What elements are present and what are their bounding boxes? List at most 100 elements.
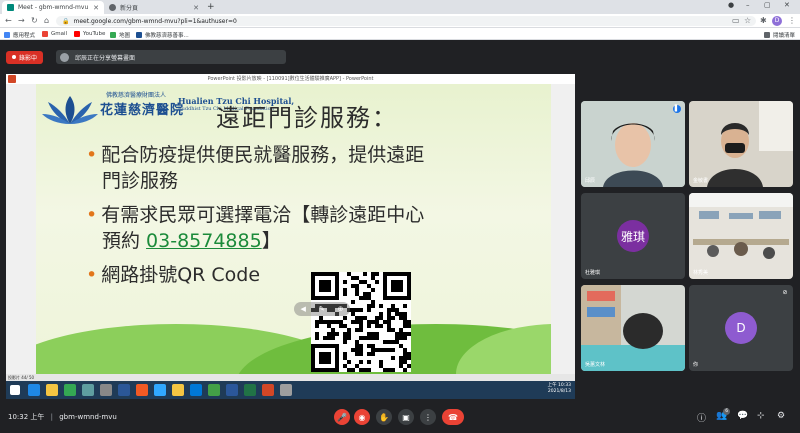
app-icon[interactable] <box>100 384 112 396</box>
windows-taskbar: 上午 10:33 2021/8/13 <box>6 381 575 399</box>
taskbar-clock: 上午 10:33 2021/8/13 <box>548 383 571 395</box>
app-icon[interactable] <box>118 384 130 396</box>
window-close-button[interactable]: ✕ <box>784 1 790 9</box>
powerpoint-icon <box>8 75 16 83</box>
lotus-logo-icon <box>42 96 98 124</box>
bookmark-label: Gmail <box>51 31 68 37</box>
zoom-icon[interactable]: ⊕ <box>338 305 344 313</box>
meeting-code: gbm-wmnd-mvu <box>59 413 117 421</box>
maximize-button[interactable]: ▢ <box>764 1 771 9</box>
bookmark-tzuchi[interactable]: 佛教慈濟慈善事... <box>136 31 189 39</box>
participant-video <box>581 101 685 187</box>
chat-icon[interactable]: 💬 <box>737 411 748 421</box>
presenter-avatar <box>60 52 69 62</box>
bookmark-label: 佛教慈濟慈善事... <box>145 33 189 39</box>
lock-icon: 🔒 <box>62 17 70 25</box>
gmail-icon <box>42 31 48 37</box>
participant-tile-self[interactable]: D ⊘ 你 <box>689 285 793 371</box>
record-indicator-icon: ● <box>728 1 735 9</box>
meeting-time: 10:32 上午 <box>8 413 45 421</box>
back-button[interactable]: ← <box>5 16 12 25</box>
recording-badge[interactable]: 錄影中 <box>6 50 44 64</box>
participant-tile[interactable]: 吳蕙文林 <box>581 285 685 371</box>
bookmark-maps[interactable]: 地圖 <box>110 31 130 39</box>
bookmark-star-icon[interactable]: ☆ <box>744 16 751 25</box>
ie-icon[interactable] <box>28 384 40 396</box>
presenter-label: 邱辰正在分享螢幕畫面 <box>75 54 136 62</box>
acrobat-icon[interactable] <box>136 384 148 396</box>
new-tab-button[interactable]: + <box>207 2 215 12</box>
meeting-details-icon[interactable]: ⓘ <box>697 411 706 424</box>
app-icon[interactable] <box>82 384 94 396</box>
pen-icon[interactable]: ✎ <box>319 305 325 313</box>
app-icon[interactable] <box>208 384 220 396</box>
participant-name: 你 <box>693 362 699 368</box>
bullet-text: 門診服務 <box>102 170 179 192</box>
participant-name: 林秀美 <box>693 270 709 276</box>
prev-slide-icon[interactable]: ◀ <box>300 305 305 313</box>
participant-tile[interactable]: 金敏書 <box>689 101 793 187</box>
participant-name: 吳蕙文林 <box>585 362 606 368</box>
bullet-text: 網路掛號QR Code <box>101 264 261 286</box>
camera-toggle-button[interactable]: ◉ <box>354 409 370 425</box>
meet-icon <box>7 4 14 11</box>
profile-avatar[interactable]: D <box>772 16 782 26</box>
slide-bullet-1: • 配合防疫提供便民就醫服務，提供遠距 門診服務 <box>86 142 424 194</box>
bookmark-reading-list[interactable]: 閱讀清單 <box>764 31 795 39</box>
edge-icon[interactable] <box>190 384 202 396</box>
maps-icon <box>110 32 116 38</box>
host-controls-icon[interactable]: ⚙ <box>777 411 785 421</box>
bullet-text: 】 <box>261 230 281 252</box>
phone-number: 03-8574885 <box>146 230 262 252</box>
qr-code <box>311 272 411 372</box>
bookmark-apps[interactable]: 應用程式 <box>4 31 35 39</box>
home-button[interactable]: ⌂ <box>44 16 49 25</box>
present-button[interactable]: ▣ <box>398 409 414 425</box>
cast-icon[interactable]: ▭ <box>732 16 740 25</box>
minimize-button[interactable]: – <box>746 1 750 9</box>
slide-title: 遠距門診服務： <box>216 104 398 132</box>
participant-name: 邱辰 <box>585 178 596 184</box>
leave-call-button[interactable]: ☎ <box>442 409 464 425</box>
bookmark-youtube[interactable]: YouTube <box>74 31 105 37</box>
youtube-icon <box>74 31 80 37</box>
activities-icon[interactable]: ⊹ <box>757 411 765 421</box>
bookmark-label: 地圖 <box>119 33 131 39</box>
extensions-icon[interactable]: ✱ <box>760 16 767 25</box>
separator: | <box>50 413 53 421</box>
presentation-slide: 佛教慈濟醫療財團法人 花蓮慈濟醫院 Hualien Tzu Chi Hospit… <box>36 84 551 374</box>
more-options-button[interactable]: ⋮ <box>420 409 436 425</box>
close-icon[interactable]: ✕ <box>93 4 99 12</box>
excel-icon[interactable] <box>244 384 256 396</box>
slide-bullet-2: • 有需求民眾可選擇電洽【轉診遠距中心 預約 03-8574885】 <box>86 202 424 254</box>
menu-icon[interactable]: ⋮ <box>788 16 796 25</box>
mic-off-icon: ⊘ <box>782 289 788 296</box>
mic-toggle-button[interactable]: 🎤 <box>334 409 350 425</box>
word-icon[interactable] <box>226 384 238 396</box>
close-icon[interactable]: ✕ <box>193 4 199 12</box>
participant-tile[interactable]: 雅琪 杜雅琪 <box>581 193 685 279</box>
people-icon[interactable]: 👥 6 <box>716 408 731 421</box>
ppt-titlebar: PowerPoint 投影片放映 - [110091]數位生活體驗推廣APP] … <box>6 74 575 84</box>
bookmark-label: 應用程式 <box>13 33 36 39</box>
app-icon[interactable] <box>280 384 292 396</box>
reload-button[interactable]: ↻ <box>31 16 38 25</box>
participant-tile[interactable]: 林秀美 <box>689 193 793 279</box>
logo-chinese: 佛教慈濟醫療財團法人 花蓮慈濟醫院 <box>100 90 184 118</box>
forward-button[interactable]: → <box>18 16 25 25</box>
participant-tile[interactable]: ▌ 邱辰 <box>581 101 685 187</box>
folder-icon[interactable] <box>172 384 184 396</box>
photoshop-icon[interactable] <box>154 384 166 396</box>
raise-hand-button[interactable]: ✋ <box>376 409 392 425</box>
bookmark-gmail[interactable]: Gmail <box>42 31 67 37</box>
chrome-app-icon[interactable] <box>64 384 76 396</box>
powerpoint-task-icon[interactable] <box>262 384 274 396</box>
url-bar[interactable]: 🔒 meet.google.com/gbm-wmnd-mvu?pli=1&aut… <box>56 16 756 26</box>
bookmark-label: 閱讀清單 <box>773 33 796 39</box>
presenter-banner: 邱辰正在分享螢幕畫面 <box>56 50 286 64</box>
tab-new[interactable]: 新分頁 ✕ <box>104 1 204 14</box>
speaking-indicator-icon: ▌ <box>673 105 681 113</box>
folder-icon[interactable] <box>46 384 58 396</box>
tab-meet[interactable]: Meet - gbm-wmnd-mvu ✕ <box>2 1 104 14</box>
windows-start-icon[interactable] <box>10 385 20 395</box>
